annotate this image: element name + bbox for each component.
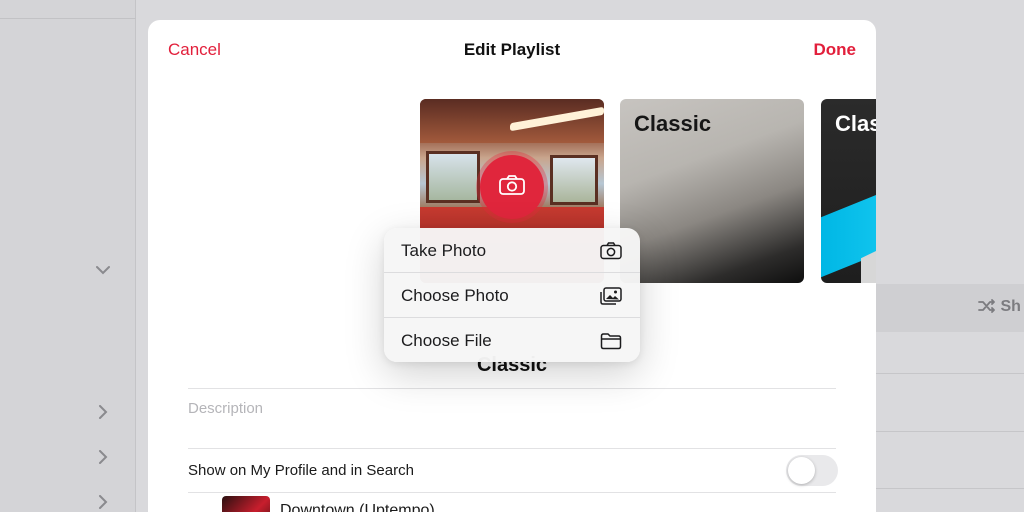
menu-item-choose-photo[interactable]: Choose Photo bbox=[384, 273, 640, 318]
background-row-divider bbox=[876, 488, 1024, 489]
shuffle-label: Sh bbox=[1000, 298, 1021, 315]
photo-library-icon bbox=[600, 286, 622, 306]
artwork-label: Classic bbox=[634, 111, 712, 136]
menu-item-take-photo[interactable]: Take Photo bbox=[384, 228, 640, 273]
description-field[interactable]: Description bbox=[188, 400, 263, 417]
photo-source-menu: Take Photo Choose Photo Choose File bbox=[384, 228, 640, 362]
divider bbox=[188, 388, 836, 389]
artwork-classic-option[interactable]: Classic bbox=[821, 99, 876, 283]
menu-item-choose-file[interactable]: Choose File bbox=[384, 318, 640, 362]
camera-icon bbox=[600, 241, 622, 261]
profile-toggle-label: Show on My Profile and in Search bbox=[188, 462, 414, 479]
menu-item-label: Choose File bbox=[401, 330, 492, 350]
folder-icon bbox=[600, 331, 622, 351]
background-sidebar bbox=[0, 0, 136, 512]
background-row-divider bbox=[876, 431, 1024, 432]
sidebar-divider bbox=[0, 18, 136, 19]
done-button[interactable]: Done bbox=[814, 40, 857, 60]
camera-icon bbox=[499, 174, 525, 200]
divider bbox=[188, 448, 836, 449]
sheet-title: Edit Playlist bbox=[463, 40, 561, 59]
song-artwork bbox=[222, 496, 270, 512]
chevron-right-icon[interactable] bbox=[98, 495, 108, 512]
artwork-label: Classic bbox=[835, 111, 876, 136]
shuffle-button[interactable]: Sh bbox=[978, 298, 1021, 316]
chevron-right-icon[interactable] bbox=[98, 450, 108, 469]
profile-toggle[interactable] bbox=[786, 455, 838, 486]
divider bbox=[188, 492, 836, 493]
artwork-classic-option[interactable]: Classic bbox=[620, 99, 804, 283]
chevron-down-icon[interactable] bbox=[96, 262, 110, 280]
shuffle-icon bbox=[978, 298, 1000, 315]
background-row-divider bbox=[876, 373, 1024, 374]
artwork-ceiling bbox=[420, 99, 604, 143]
artwork-window bbox=[426, 151, 480, 203]
toggle-knob bbox=[788, 457, 815, 484]
artwork-window bbox=[550, 155, 598, 205]
chevron-right-icon[interactable] bbox=[98, 405, 108, 424]
menu-item-label: Choose Photo bbox=[401, 285, 509, 305]
camera-badge[interactable] bbox=[480, 155, 544, 219]
menu-item-label: Take Photo bbox=[401, 240, 487, 260]
song-title[interactable]: Downtown (Uptempo) bbox=[280, 502, 435, 512]
